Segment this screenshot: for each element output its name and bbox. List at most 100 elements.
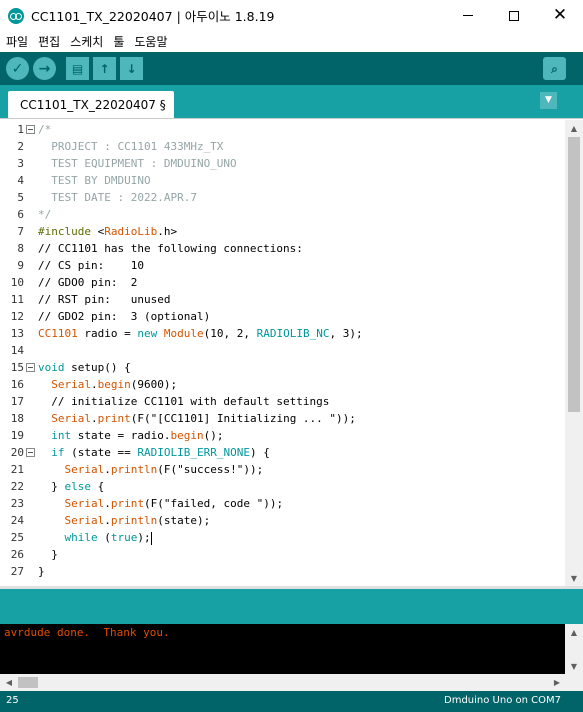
line-number: 10	[10, 276, 24, 289]
code-token: radio =	[77, 327, 138, 340]
line-number: 26	[10, 548, 24, 561]
scroll-left-icon[interactable]: ◀	[0, 674, 18, 691]
code-token: TEST EQUIPMENT : DMDUINO_UNO	[38, 157, 237, 170]
scroll-down-icon[interactable]: ▼	[565, 570, 583, 587]
text-cursor	[150, 531, 152, 545]
line-number: 3	[17, 157, 24, 170]
code-line: PROJECT : CC1101 433MHz_TX	[38, 138, 223, 155]
line-number: 15	[10, 361, 24, 374]
code-line: int state = radio.begin();	[38, 427, 223, 444]
tab-menu-button[interactable]: ▼	[540, 92, 557, 109]
code-token: .	[91, 412, 98, 425]
code-token: int	[51, 429, 72, 442]
line-number: 21	[10, 463, 24, 476]
maximize-icon	[509, 10, 519, 21]
code-line: }	[38, 546, 58, 563]
line-number: 18	[10, 412, 24, 425]
code-editor[interactable]: 1 2 3 4 5 6 7 8 9 10 11 12 13 14 15 16 17 18 19 20 21 22 23 24 2…	[0, 118, 583, 587]
code-token: */	[38, 208, 52, 221]
code-token: {	[91, 480, 105, 493]
save-sketch-button[interactable]: ↓	[120, 57, 143, 80]
console-horizontal-scrollbar[interactable]: ◀ ▶	[0, 674, 583, 691]
code-token: else	[64, 480, 92, 493]
console-vertical-scrollbar[interactable]: ▲ ▼	[565, 624, 583, 674]
menu-help[interactable]: 도움말	[134, 33, 167, 50]
code-token: Serial	[51, 378, 91, 391]
code-line: Serial.print(F("[CC1101] Initializing ..…	[38, 410, 356, 427]
code-token: }	[38, 548, 58, 561]
code-line: }	[38, 563, 45, 580]
horizontal-scroll-thumb[interactable]	[18, 677, 38, 688]
code-token: println	[110, 514, 158, 527]
code-line: TEST DATE : 2022.APR.7	[38, 189, 197, 206]
menu-sketch[interactable]: 스케치	[70, 33, 103, 50]
code-token: PROJECT : CC1101 433MHz_TX	[38, 140, 224, 153]
code-line: void setup() {	[38, 359, 131, 376]
line-number-gutter: 1 2 3 4 5 6 7 8 9 10 11 12 13 14 15 16 17 18 19 20 21 22 23 24 2…	[0, 120, 38, 587]
code-token: ) {	[249, 446, 270, 459]
menu-edit[interactable]: 편집	[38, 33, 60, 50]
code-line: while (true);	[38, 529, 152, 546]
arrow-right-icon: →	[38, 60, 51, 77]
code-line: // CC1101 has the following connections:	[38, 240, 303, 257]
line-number: 11	[10, 293, 24, 306]
maximize-button[interactable]	[491, 0, 537, 31]
line-number: 8	[17, 242, 24, 255]
new-sketch-button[interactable]: ▤	[66, 57, 89, 80]
upload-button[interactable]: →	[33, 57, 56, 80]
code-token: Module	[163, 327, 204, 340]
code-token: /*	[38, 123, 52, 136]
line-number: 6	[17, 208, 24, 221]
console-scroll-up-icon[interactable]: ▲	[565, 624, 583, 640]
scroll-up-icon[interactable]: ▲	[565, 120, 583, 137]
scroll-right-icon[interactable]: ▶	[548, 674, 566, 691]
code-token: if	[51, 446, 65, 459]
new-file-icon: ▤	[71, 61, 84, 76]
editor-vertical-scrollbar[interactable]: ▲ ▼	[565, 120, 583, 587]
code-token: TEST DATE : 2022.APR.7	[38, 191, 197, 204]
close-icon: ✕	[552, 5, 568, 25]
line-number: 22	[10, 480, 24, 493]
code-token: Serial	[64, 497, 105, 510]
code-token: #include	[38, 225, 98, 238]
code-line: TEST BY DMDUINO	[38, 172, 150, 189]
code-token: // CC1101 has the following connections:	[38, 242, 303, 255]
code-token: Serial	[64, 514, 105, 527]
code-token: void	[38, 361, 65, 374]
close-button[interactable]: ✕	[537, 0, 583, 31]
verify-button[interactable]: ✓	[6, 57, 29, 80]
code-line: Serial.print(F("failed, code "));	[38, 495, 284, 512]
code-token: .h>	[157, 225, 178, 238]
console-scroll-down-icon[interactable]: ▼	[565, 658, 583, 674]
menu-tools[interactable]: 툴	[113, 33, 124, 50]
code-token: // GDO0 pin: 2	[38, 276, 138, 289]
open-sketch-button[interactable]: ↑	[93, 57, 116, 80]
code-token: (9600);	[130, 378, 178, 391]
line-number: 1	[17, 123, 24, 136]
checkmark-icon: ✓	[11, 60, 24, 77]
board-port-indicator: Dmduino Uno on COM7	[444, 695, 561, 706]
menu-file[interactable]: 파일	[6, 33, 28, 50]
fold-collapse-icon[interactable]	[26, 125, 35, 134]
scroll-thumb[interactable]	[568, 137, 580, 412]
serial-monitor-button[interactable]: ⌕	[543, 57, 566, 80]
code-token: setup() {	[64, 361, 131, 374]
tab-sketch[interactable]: CC1101_TX_22020407 §	[8, 91, 174, 118]
code-text-area[interactable]: /* PROJECT : CC1101 433MHz_TX TEST EQUIP…	[38, 120, 564, 587]
code-token: RADIOLIB_NC	[256, 327, 330, 340]
status-message-area	[0, 586, 583, 624]
fold-collapse-icon[interactable]	[26, 448, 35, 457]
bottom-status-bar: 25 Dmduino Uno on COM7	[0, 691, 583, 712]
minimize-button[interactable]	[445, 0, 491, 31]
code-token: , 3);	[329, 327, 363, 340]
code-line: if (state == RADIOLIB_ERR_NONE) {	[38, 444, 270, 461]
code-token: ();	[203, 429, 224, 442]
fold-collapse-icon[interactable]	[26, 363, 35, 372]
minimize-icon	[463, 15, 473, 16]
code-line: Serial.println(state);	[38, 512, 211, 529]
code-token: .	[104, 497, 111, 510]
code-token: (F("failed, code "));	[144, 497, 284, 510]
